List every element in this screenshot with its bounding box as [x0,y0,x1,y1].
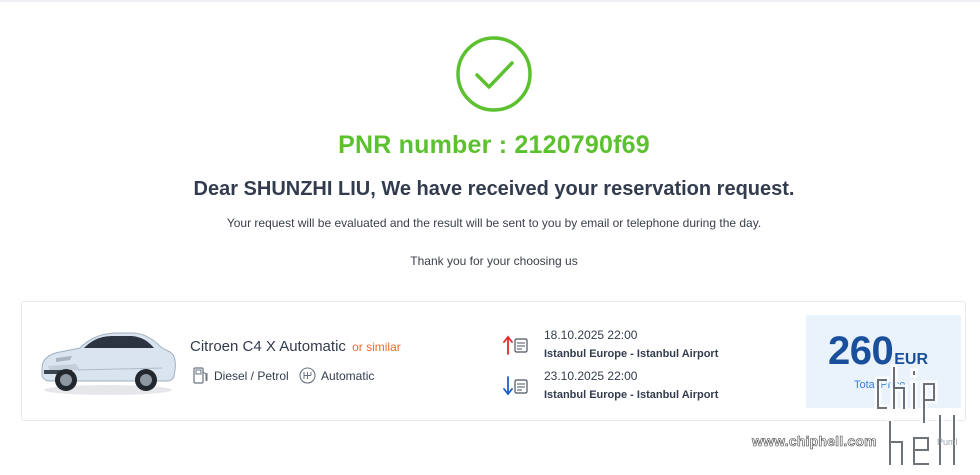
confirmation-heading: Dear SHUNZHI LIU, We have received your … [193,178,795,200]
pickup-datetime: 18.10.2025 22:00 [544,328,638,342]
dropoff-arrow-icon [502,375,530,397]
pnr-number: PNR number : 2120790f69 [338,131,650,159]
dropoff-location: Istanbul Europe - Istanbul Airport [544,389,719,401]
check-circle-icon [455,35,533,113]
car-photo [36,318,178,396]
watermark-small-text: Puml [937,437,958,447]
transmission-label: Automatic [321,368,375,383]
transmission-type: Automatic [299,366,374,385]
evaluation-note: Your request will be evaluated and the r… [226,216,762,230]
pickup-arrow-icon [502,334,530,356]
gearbox-icon [299,366,316,385]
top-divider [0,0,980,2]
pickup-location: Istanbul Europe - Istanbul Airport [544,348,719,360]
car-model: Citroen C4 X Automatic or similar [190,338,401,355]
or-similar-note: or similar [352,340,401,354]
dropoff-datetime: 23.10.2025 22:00 [544,369,638,383]
car-model-name: Citroen C4 X Automatic [190,338,346,355]
fuel-pump-icon [192,366,209,385]
chiphell-watermark-logo [872,360,972,472]
watermark-site: www.chiphell.com [752,433,877,450]
fuel-label: Diesel / Petrol [214,368,289,383]
reservation-card: Citroen C4 X Automatic or similar Diesel… [21,301,966,421]
fuel-type: Diesel / Petrol [192,366,289,385]
thank-you-text: Thank you for your choosing us [410,254,578,268]
